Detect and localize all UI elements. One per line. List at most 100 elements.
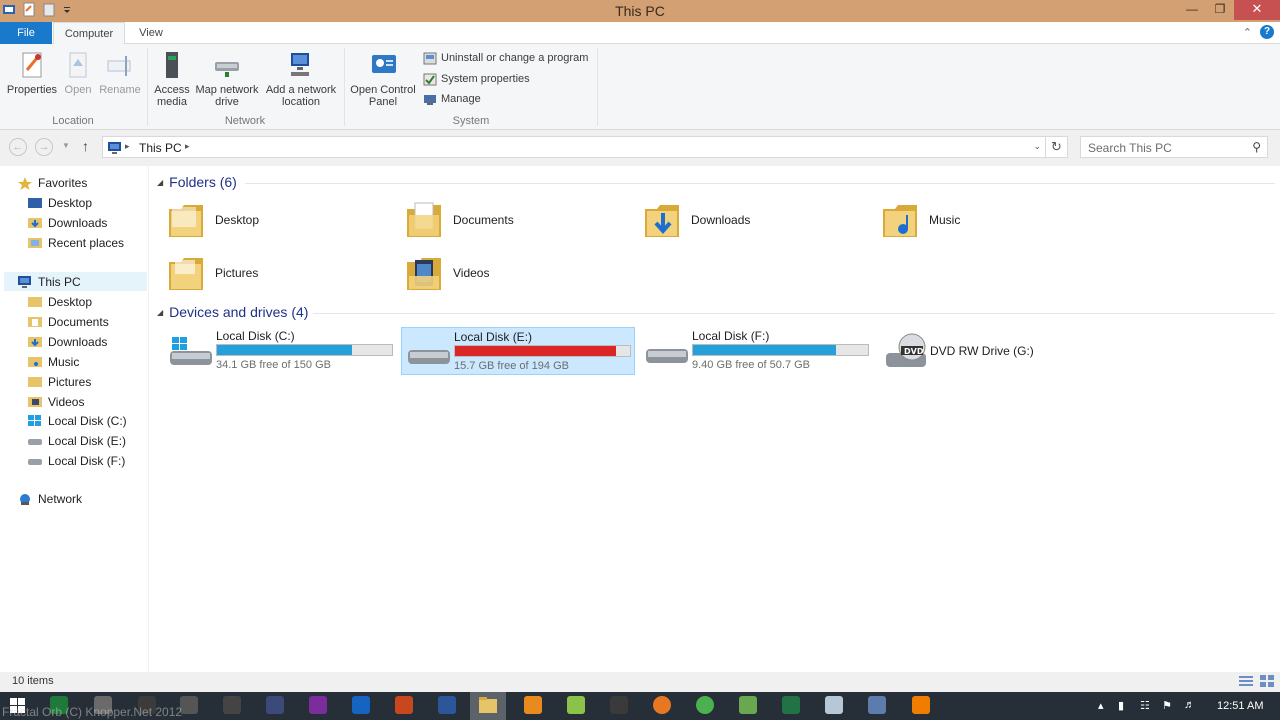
taskbar-app-network-icon[interactable] [739,696,757,714]
taskbar-clock[interactable]: 12:51 AM [1217,700,1263,712]
forward-button[interactable]: → [35,138,53,156]
folder-downloads[interactable]: Downloads [643,195,873,245]
taskbar-app-link-icon[interactable] [266,696,284,714]
open-control-panel-button[interactable]: Open Control Panel [348,50,420,108]
address-bar[interactable]: ▸ This PC ▸ ⌄ [102,136,1046,158]
taskbar-app-shield-icon[interactable] [868,696,886,714]
watermark-text: Fractal Orb (C) Knopper.Net 2012 [2,705,183,719]
control-panel-icon [369,50,399,80]
devices-section-header[interactable]: ◢ Devices and drives (4) [157,304,308,320]
onenote-icon[interactable] [309,696,327,714]
manage-icon [423,93,437,106]
large-icons-view-icon[interactable] [1260,675,1274,690]
add-network-location-button[interactable]: Add a network location [264,50,336,108]
search-icon[interactable]: ⚲ [1252,140,1261,154]
access-media-button[interactable]: Access media [152,50,192,108]
tab-computer[interactable]: Computer [53,22,125,45]
system-properties-button[interactable]: System properties [423,71,530,87]
drive-icon [28,455,42,467]
nav-favorites-desktop[interactable]: Desktop [28,193,92,212]
folder-pictures[interactable]: Pictures [167,248,397,298]
outlook-icon[interactable] [352,696,370,714]
android-icon[interactable] [567,696,585,714]
drive-e[interactable]: Local Disk (E:) 15.7 GB free of 194 GB [401,327,635,375]
nav-pc-desktop[interactable]: Desktop [28,292,92,311]
rename-button[interactable]: Rename [98,50,142,96]
tray-power-icon[interactable]: ▮ [1118,699,1124,712]
refresh-button[interactable]: ↻ [1046,136,1068,158]
folder-desktop[interactable]: Desktop [167,195,397,245]
ribbon-separator [597,48,598,126]
tray-network-icon[interactable]: ☷ [1140,699,1150,712]
taskbar-app-orange-icon[interactable] [524,696,542,714]
nav-local-disk-f[interactable]: Local Disk (F:) [28,451,125,470]
properties-button[interactable]: Properties [6,50,58,96]
drive-c-usage-bar [216,344,393,356]
powerpoint-icon[interactable] [395,696,413,714]
taskbar-app-clapper-icon[interactable] [223,696,241,714]
title-bar: This PC — ❐ ✕ [0,0,1280,22]
nav-pc-music[interactable]: Music [28,352,79,371]
tab-view[interactable]: View [130,22,172,44]
collapse-triangle-icon[interactable]: ◢ [157,178,163,187]
nav-network[interactable]: Network [18,489,82,508]
close-button[interactable]: ✕ [1234,0,1280,20]
maximize-button[interactable]: ❐ [1206,0,1234,20]
nav-favorites-downloads[interactable]: Downloads [28,213,107,232]
drive-g-dvd[interactable]: DVD DVD RW Drive (G:) [878,327,1112,375]
blender-icon[interactable] [653,696,671,714]
breadcrumb-separator-icon[interactable]: ▸ [125,141,130,152]
back-button[interactable]: ← [9,138,27,156]
excel-icon[interactable] [782,696,800,714]
map-network-drive-button[interactable]: Map network drive [194,50,260,108]
word-icon[interactable] [438,696,456,714]
minimize-ribbon-chevron-icon[interactable]: ⌃ [1243,26,1252,39]
tray-volume-icon[interactable]: ♬ [1184,699,1195,711]
nav-favorites[interactable]: Favorites [18,173,87,192]
taskbar-app-gear-icon[interactable] [180,696,198,714]
open-button[interactable]: Open [62,50,94,96]
tray-overflow-icon[interactable]: ▴ [1098,699,1104,712]
pictures-folder-icon [28,376,42,388]
search-input[interactable]: Search This PC ⚲ [1080,136,1268,158]
nav-local-disk-c[interactable]: Local Disk (C:) [28,411,127,430]
nav-pc-videos[interactable]: Videos [28,392,84,411]
address-dropdown-icon[interactable]: ⌄ [1033,141,1041,152]
nav-pc-downloads[interactable]: Downloads [28,332,107,351]
taskbar-app-bolt-icon[interactable] [610,696,628,714]
file-explorer-taskbar-button[interactable] [470,692,506,720]
help-icon[interactable]: ? [1260,25,1274,39]
drive-f[interactable]: Local Disk (F:) 9.40 GB free of 50.7 GB [640,327,874,375]
network-icon [18,493,32,505]
downloads-folder-icon [643,199,681,241]
dvd-drive-icon: DVD [882,333,928,369]
content-pane: ◢ Folders (6) Desktop Documents Download… [149,166,1280,672]
nav-local-disk-e[interactable]: Local Disk (E:) [28,431,126,450]
nav-pc-pictures[interactable]: Pictures [28,372,91,391]
chrome-icon[interactable] [696,696,714,714]
up-arrow-icon[interactable]: ↑ [82,138,89,154]
minimize-button[interactable]: — [1178,0,1206,20]
drive-e-usage-bar [454,345,631,357]
details-view-icon[interactable] [1239,675,1253,690]
folder-music[interactable]: Music [881,195,1111,245]
tray-flag-icon[interactable]: ⚑ [1162,699,1172,712]
breadcrumb-this-pc[interactable]: This PC [139,141,182,155]
uninstall-program-button[interactable]: Uninstall or change a program [423,50,588,66]
nav-pc-documents[interactable]: Documents [28,312,109,331]
breadcrumb-chevron-icon[interactable]: ▸ [185,141,190,152]
nav-recent-places[interactable]: Recent places [28,233,124,252]
notepad-icon[interactable] [825,696,843,714]
recent-locations-chevron-icon[interactable]: ▼ [62,141,70,150]
nav-this-pc[interactable]: This PC [4,272,147,291]
folder-documents[interactable]: Documents [405,195,635,245]
manage-button[interactable]: Manage [423,91,481,107]
music-folder-icon [28,356,42,368]
drive-c-name: Local Disk (C:) [216,329,295,343]
vlc-icon[interactable] [912,696,930,714]
collapse-triangle-icon[interactable]: ◢ [157,308,163,317]
drive-c[interactable]: Local Disk (C:) 34.1 GB free of 150 GB [164,327,398,375]
folder-videos[interactable]: Videos [405,248,635,298]
tab-file[interactable]: File [0,22,52,44]
folders-section-header[interactable]: ◢ Folders (6) [157,174,237,190]
